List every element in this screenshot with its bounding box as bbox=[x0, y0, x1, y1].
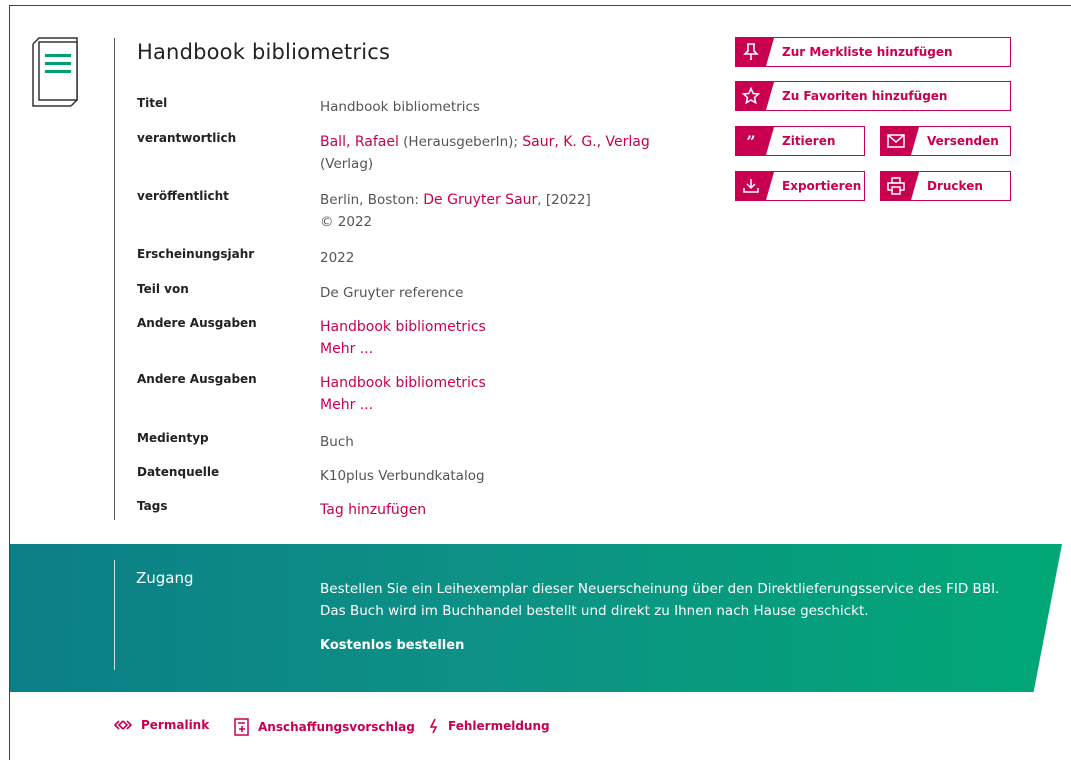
acquisition-suggestion-link[interactable]: Anschaffungsvorschlag bbox=[234, 718, 415, 736]
place-text: Berlin, Boston: bbox=[320, 192, 424, 208]
detail-label: Datenquelle bbox=[137, 465, 220, 479]
detail-value: De Gruyter reference bbox=[320, 285, 464, 301]
add-to-list-button[interactable]: Zur Merkliste hinzufügen bbox=[735, 37, 1011, 67]
download-icon bbox=[736, 172, 774, 200]
content-divider bbox=[114, 38, 115, 520]
document-plus-icon bbox=[234, 718, 249, 736]
add-to-list-label: Zur Merkliste hinzufügen bbox=[782, 45, 953, 59]
record-title: Handbook bibliometrics bbox=[137, 40, 391, 64]
access-description: Bestellen Sie ein Leihexemplar dieser Ne… bbox=[320, 581, 1000, 619]
cite-label: Zitieren bbox=[782, 134, 836, 148]
year-text: , [2022] bbox=[537, 192, 591, 208]
detail-value: Handbook bibliometrics Mehr ... bbox=[320, 316, 680, 360]
send-button[interactable]: Versenden bbox=[880, 126, 1011, 156]
lightning-icon bbox=[429, 718, 438, 734]
copyright-text: © 2022 bbox=[320, 214, 373, 230]
star-icon bbox=[736, 82, 774, 110]
edition-link[interactable]: Handbook bibliometrics bbox=[320, 375, 486, 391]
acquisition-suggestion-label: Anschaffungsvorschlag bbox=[258, 720, 415, 734]
author-link[interactable]: Ball, Rafael bbox=[320, 134, 399, 150]
book-icon bbox=[32, 37, 78, 107]
detail-value: Handbook bibliometrics Mehr ... bbox=[320, 372, 680, 416]
detail-label: Tags bbox=[137, 499, 168, 513]
role-text: (HerausgeberIn); bbox=[398, 134, 523, 150]
detail-label: Titel bbox=[137, 96, 168, 110]
role-text-2: (Verlag) bbox=[320, 156, 374, 172]
publisher-role-link[interactable]: Saur, K. G., Verlag bbox=[522, 134, 650, 150]
edition-link[interactable]: Handbook bibliometrics bbox=[320, 319, 486, 335]
detail-label: Teil von bbox=[137, 282, 189, 296]
permalink-link[interactable]: Permalink bbox=[113, 718, 209, 732]
send-label: Versenden bbox=[927, 134, 999, 148]
link-icon bbox=[113, 720, 133, 730]
mail-icon bbox=[881, 127, 919, 155]
access-heading: Zugang bbox=[136, 569, 194, 587]
add-to-favorites-button[interactable]: Zu Favoriten hinzufügen bbox=[735, 81, 1011, 111]
detail-value: Buch bbox=[320, 434, 354, 450]
more-link[interactable]: Mehr ... bbox=[320, 397, 373, 413]
export-button[interactable]: Exportieren bbox=[735, 171, 865, 201]
error-report-label: Fehlermeldung bbox=[448, 719, 550, 733]
detail-label: verantwortlich bbox=[137, 131, 237, 145]
detail-value: Berlin, Boston: De Gruyter Saur, [2022] … bbox=[320, 189, 680, 233]
printer-icon bbox=[881, 172, 919, 200]
cite-button[interactable]: ” Zitieren bbox=[735, 126, 865, 156]
add-tag-link[interactable]: Tag hinzufügen bbox=[320, 502, 426, 518]
print-button[interactable]: Drucken bbox=[880, 171, 1011, 201]
order-free-link[interactable]: Kostenlos bestellen bbox=[320, 638, 464, 653]
add-to-favorites-label: Zu Favoriten hinzufügen bbox=[782, 89, 948, 103]
error-report-link[interactable]: Fehlermeldung bbox=[428, 718, 550, 734]
pin-icon bbox=[736, 38, 774, 66]
access-divider bbox=[114, 560, 115, 670]
quote-icon: ” bbox=[736, 127, 774, 155]
detail-value: 2022 bbox=[320, 250, 355, 266]
publisher-link[interactable]: De Gruyter Saur bbox=[423, 192, 537, 208]
detail-value: Tag hinzufügen bbox=[320, 499, 680, 521]
detail-label: Erscheinungsjahr bbox=[137, 247, 255, 261]
detail-label: Medientyp bbox=[137, 431, 209, 445]
more-link[interactable]: Mehr ... bbox=[320, 341, 373, 357]
export-label: Exportieren bbox=[782, 179, 862, 193]
detail-value: Ball, Rafael (HerausgeberIn); Saur, K. G… bbox=[320, 131, 680, 175]
detail-label: Andere Ausgaben bbox=[137, 316, 257, 330]
permalink-label: Permalink bbox=[141, 718, 210, 732]
detail-label: veröffentlicht bbox=[137, 189, 229, 203]
detail-value: K10plus Verbundkatalog bbox=[320, 468, 485, 484]
detail-value: Handbook bibliometrics bbox=[320, 99, 480, 115]
detail-label: Andere Ausgaben bbox=[137, 372, 257, 386]
print-label: Drucken bbox=[927, 179, 983, 193]
